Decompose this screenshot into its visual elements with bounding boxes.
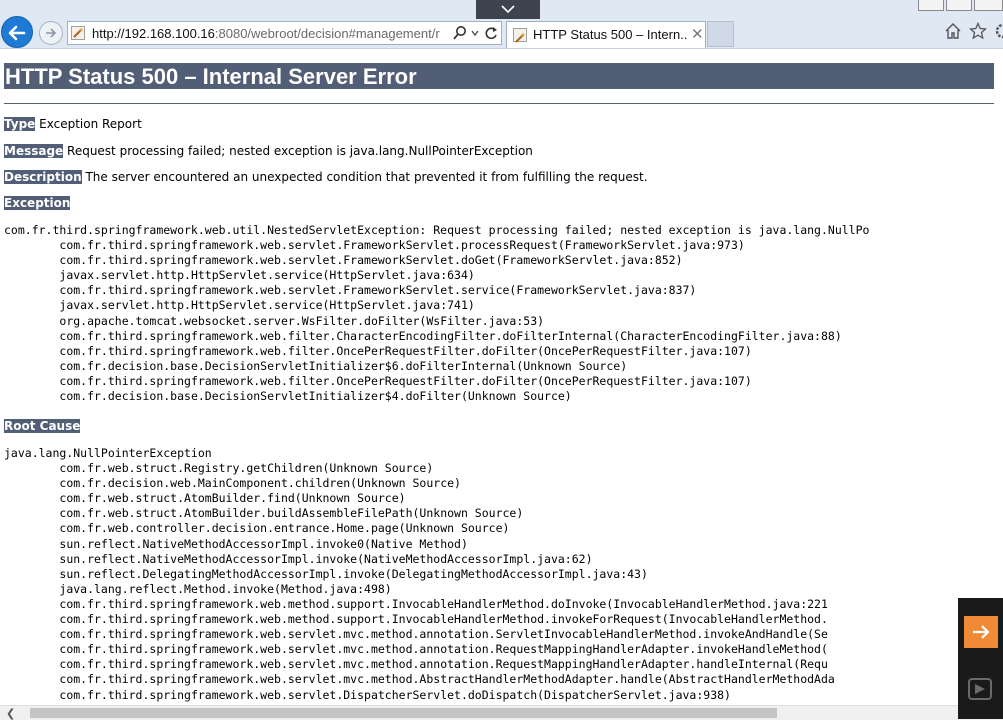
side-floating-panel	[958, 598, 1003, 719]
back-arrow-icon	[8, 25, 26, 41]
description-label: Description	[4, 170, 82, 184]
url-text[interactable]: http://192.168.100.16:8080/webroot/decis…	[92, 26, 452, 42]
new-tab-button[interactable]	[707, 21, 734, 47]
exception-stack-trace: com.fr.third.springframework.web.util.Ne…	[4, 223, 870, 404]
exception-label: Exception	[4, 196, 71, 210]
url-host: http://192.168.100.16	[92, 26, 215, 41]
site-favicon-icon	[71, 26, 85, 40]
message-row: Message Request processing failed; neste…	[4, 143, 533, 159]
root-cause-label: Root Cause	[4, 419, 81, 433]
message-label: Message	[4, 144, 64, 158]
gear-icon[interactable]	[994, 22, 1003, 40]
type-label: Type	[4, 117, 36, 131]
page-title: HTTP Status 500 – Internal Server Error	[4, 63, 994, 89]
star-icon[interactable]	[969, 22, 987, 40]
site-favicon-icon	[513, 28, 527, 43]
horizontal-scrollbar[interactable]: ❮	[0, 705, 1003, 720]
tab-title: HTTP Status 500 – Intern...	[533, 27, 688, 42]
message-value: Request processing failed; nested except…	[63, 144, 533, 158]
arrow-right-icon	[973, 625, 990, 639]
root-cause-stack-trace: java.lang.NullPointerException com.fr.we…	[4, 446, 835, 702]
close-tab-icon[interactable]: ✕	[691, 25, 704, 43]
window-controls	[918, 0, 1003, 12]
exception-row: Exception	[4, 195, 71, 211]
forward-button[interactable]	[39, 21, 63, 45]
page-content: HTTP Status 500 – Internal Server Error …	[0, 49, 1003, 705]
forward-arrow-icon	[46, 28, 57, 38]
refresh-icon[interactable]	[484, 25, 498, 41]
description-row: Description The server encountered an un…	[4, 169, 648, 185]
chevron-down-icon	[501, 5, 515, 14]
description-value: The server encountered an unexpected con…	[81, 170, 648, 184]
chevron-down-icon[interactable]	[470, 26, 480, 40]
browser-toolbar: http://192.168.100.16:8080/webroot/decis…	[0, 0, 1003, 49]
scroll-left-icon[interactable]: ❮	[6, 707, 15, 720]
side-arrow-button[interactable]	[964, 616, 998, 648]
tab-http-status-500[interactable]: HTTP Status 500 – Intern... ✕	[506, 21, 706, 48]
flag-icon	[968, 678, 992, 700]
scrollbar-thumb[interactable]	[30, 708, 777, 718]
search-icon[interactable]	[452, 25, 468, 41]
side-secondary-button[interactable]	[966, 676, 994, 702]
type-value: Exception Report	[35, 117, 142, 131]
back-button[interactable]	[1, 16, 33, 48]
minimize-button[interactable]	[918, 0, 944, 11]
divider	[4, 103, 994, 104]
url-path: :8080/webroot/decision#management/r	[214, 26, 440, 41]
maximize-button[interactable]	[946, 0, 972, 11]
root-cause-row: Root Cause	[4, 418, 81, 434]
address-bar[interactable]: http://192.168.100.16:8080/webroot/decis…	[67, 21, 502, 45]
close-window-button[interactable]	[974, 0, 1003, 11]
type-row: Type Exception Report	[4, 116, 142, 132]
collapse-bar-button[interactable]	[476, 0, 540, 19]
home-icon[interactable]	[944, 22, 962, 40]
